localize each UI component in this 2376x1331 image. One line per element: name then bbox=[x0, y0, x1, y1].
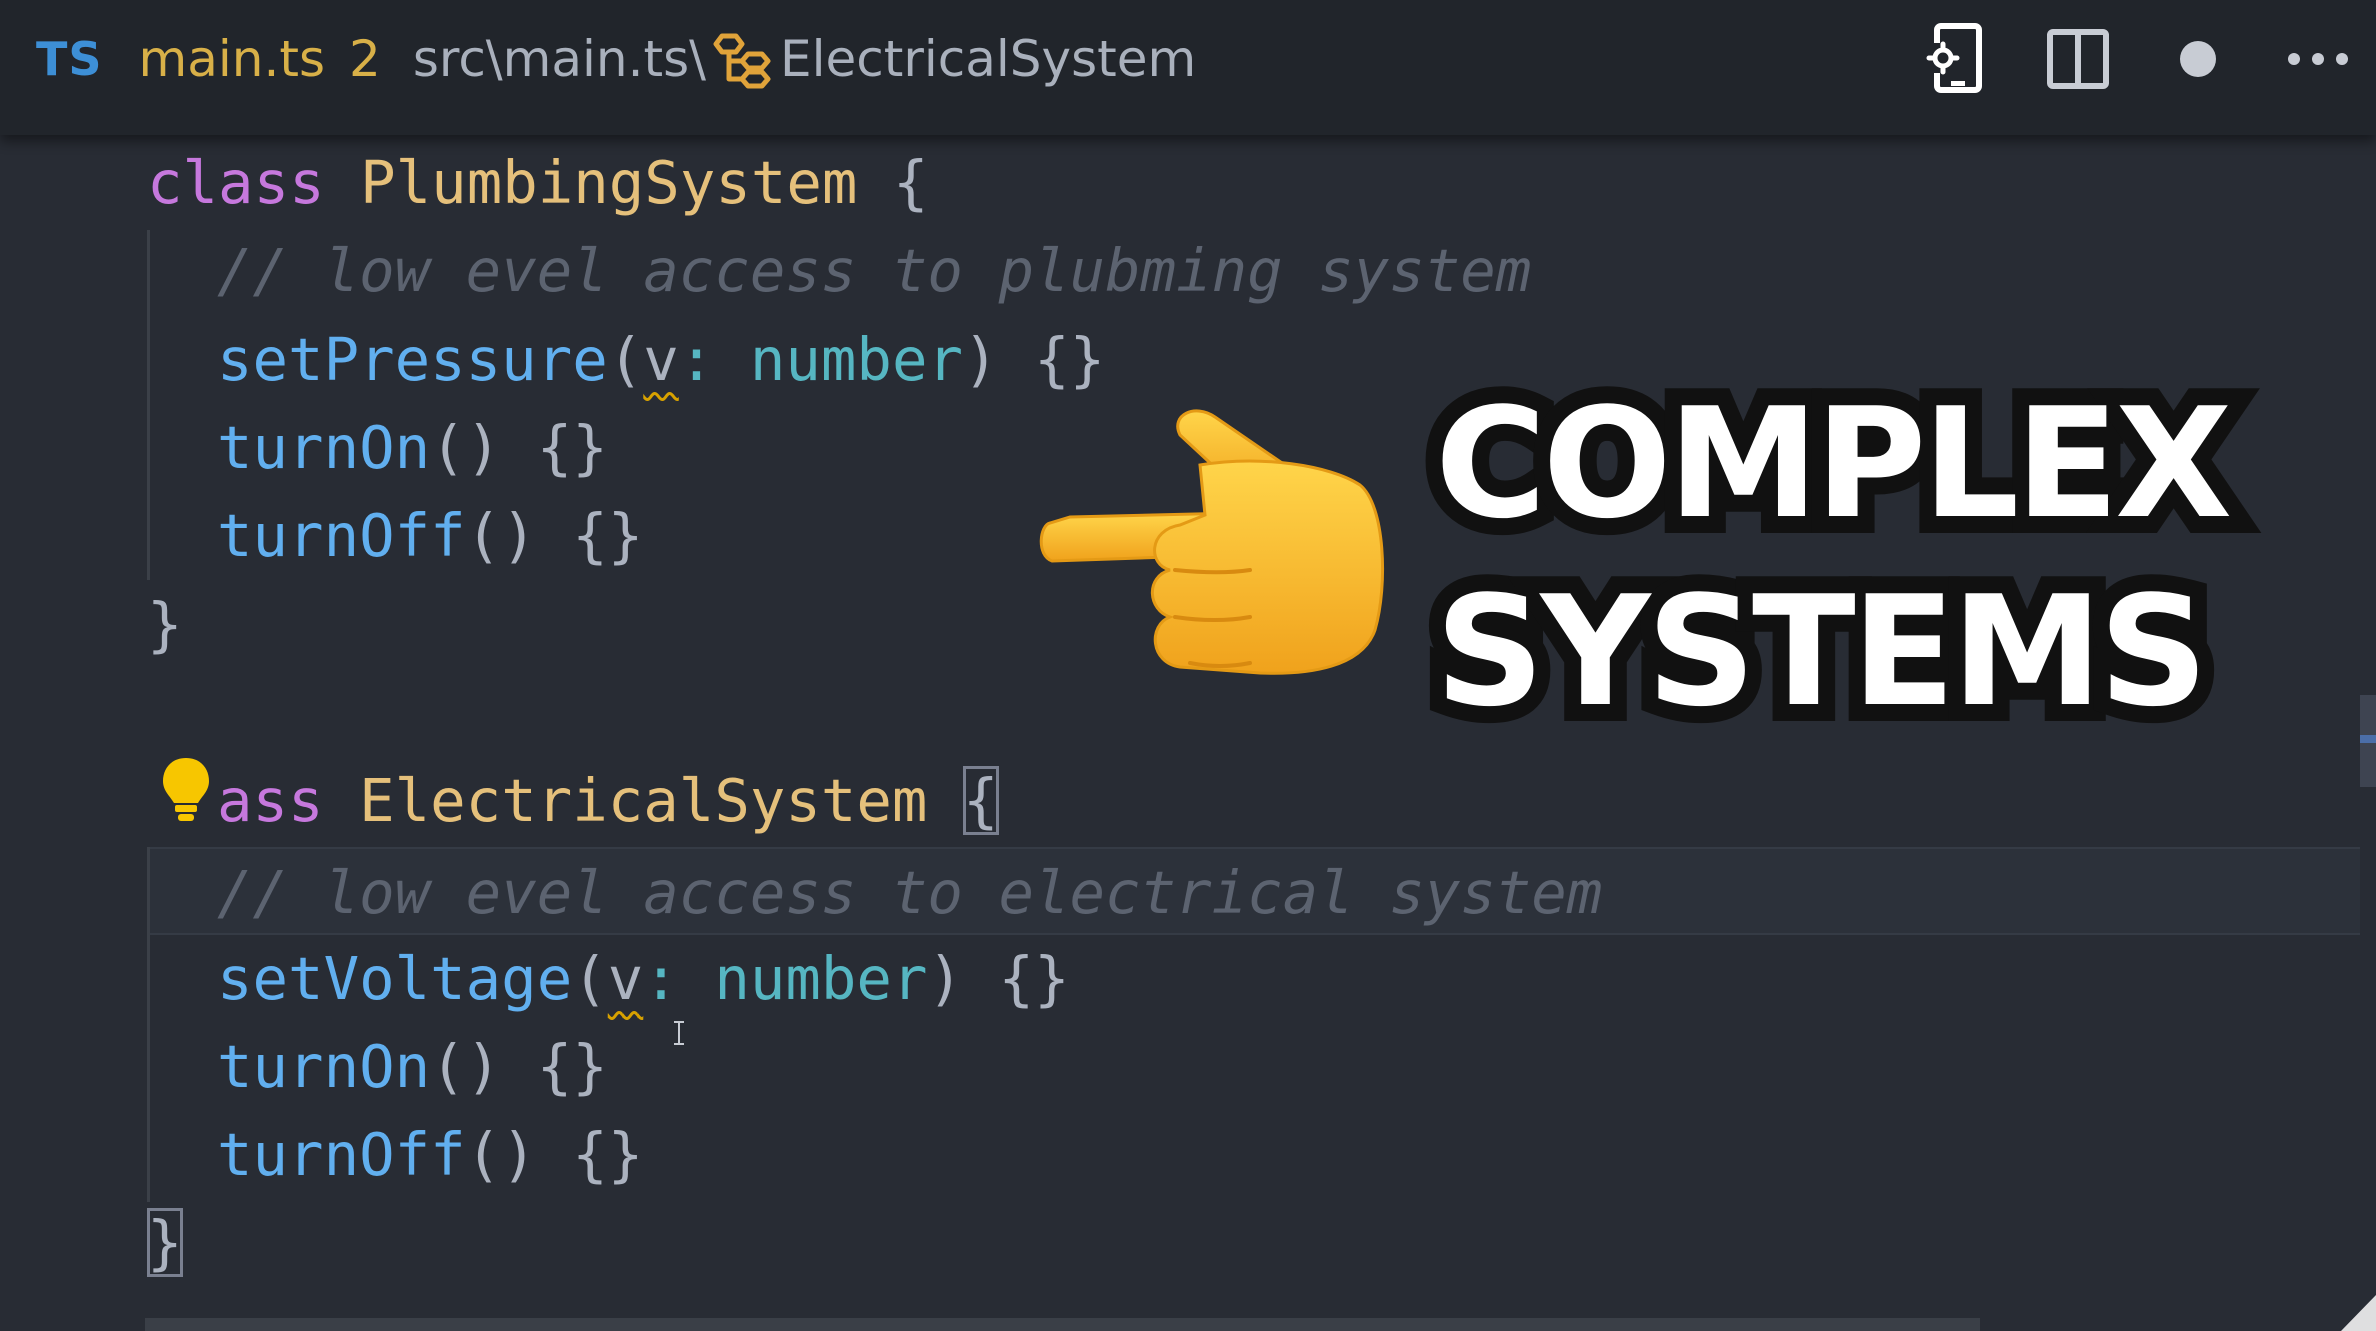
type-annotation: number bbox=[749, 325, 963, 394]
breadcrumb: TS main.ts 2 src\main.ts\ ElectricalSyst… bbox=[36, 0, 1196, 118]
method-name: turnOff bbox=[217, 501, 466, 570]
parameter-with-warning: v bbox=[643, 325, 679, 394]
code-line[interactable]: setVoltage(v: number) {} bbox=[217, 935, 2376, 1023]
code-line[interactable]: turnOff() {} bbox=[217, 1111, 2376, 1199]
problem-count-badge: 2 bbox=[349, 30, 381, 88]
code-line[interactable]: turnOn() {} bbox=[217, 1023, 2376, 1111]
open-changes-icon[interactable] bbox=[1920, 23, 1990, 94]
indent-guide bbox=[147, 230, 150, 580]
breadcrumb-path[interactable]: src\main.ts\ bbox=[413, 30, 706, 88]
more-actions-icon[interactable] bbox=[2283, 24, 2353, 94]
split-editor-icon[interactable] bbox=[2043, 24, 2113, 94]
method-name: setPressure bbox=[217, 325, 608, 394]
matched-close-brace: } bbox=[147, 1208, 183, 1277]
banner-line-2: SYSTEMS bbox=[1418, 546, 2225, 757]
matched-open-brace: { bbox=[962, 766, 999, 835]
method-name: turnOn bbox=[217, 413, 431, 482]
method-name: setVoltage bbox=[217, 944, 573, 1013]
code-line[interactable]: } bbox=[147, 1199, 2376, 1287]
banner-line-1: COMPLEX bbox=[1418, 358, 2249, 569]
class-name: PlumbingSystem bbox=[360, 148, 858, 217]
close-brace: } bbox=[147, 590, 183, 659]
code-comment: // low evel access to electrical system bbox=[217, 858, 1603, 927]
code-line-current[interactable]: // low evel access to electrical system bbox=[150, 847, 2360, 935]
breadcrumb-file-name[interactable]: main.ts bbox=[139, 30, 325, 88]
keyword-class: class bbox=[147, 148, 325, 217]
scrollbar-cursor-marker bbox=[2360, 735, 2376, 743]
code-line[interactable]: class PlumbingSystem { bbox=[147, 139, 2376, 227]
lightbulb-icon[interactable] bbox=[160, 755, 212, 825]
parameter-with-warning: v bbox=[607, 944, 644, 1013]
code-comment: // low evel access to plubming system bbox=[217, 236, 1532, 305]
horizontal-scrollbar[interactable] bbox=[145, 1318, 1980, 1331]
method-name: turnOn bbox=[217, 1032, 431, 1101]
text-cursor-icon bbox=[672, 1020, 686, 1046]
open-brace: { bbox=[892, 148, 929, 217]
overlay-banner: COMPLEX SYSTEMS bbox=[1418, 358, 2249, 757]
code-line[interactable]: ass ElectricalSystem { bbox=[217, 757, 2376, 845]
keyword-class: ass bbox=[217, 766, 324, 835]
method-name: turnOff bbox=[217, 1120, 466, 1189]
unsaved-dot-icon[interactable] bbox=[2163, 24, 2233, 94]
editor-breadcrumb-bar: TS main.ts 2 src\main.ts\ ElectricalSyst… bbox=[0, 0, 2376, 135]
typescript-file-icon: TS bbox=[36, 32, 103, 86]
class-name: ElectricalSystem bbox=[359, 766, 928, 835]
pointing-hand-icon bbox=[1030, 405, 1400, 685]
class-symbol-icon bbox=[712, 28, 774, 90]
corner-triangle-icon bbox=[2336, 1290, 2376, 1331]
type-annotation: number bbox=[714, 944, 928, 1013]
code-line[interactable]: // low evel access to plubming system bbox=[217, 227, 2376, 315]
breadcrumb-class-name[interactable]: ElectricalSystem bbox=[780, 30, 1196, 88]
